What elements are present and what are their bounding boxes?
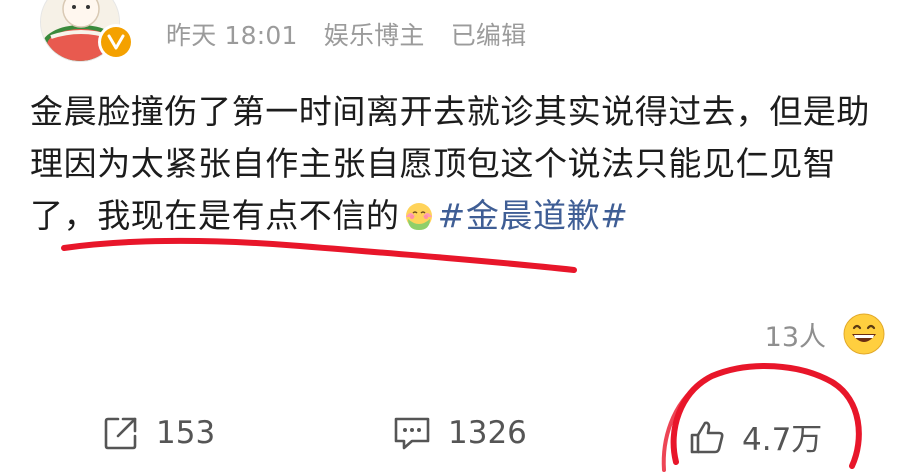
thumbs-up-icon (690, 421, 724, 453)
post-time: 昨天 18:01 (166, 21, 298, 50)
reaction-row[interactable]: 13人 (765, 312, 886, 356)
post-edited-label[interactable]: 已编辑 (451, 21, 527, 50)
post-source[interactable]: 娱乐博主 (324, 21, 425, 50)
grinning-face-icon[interactable] (842, 312, 886, 356)
red-underline-mark (61, 237, 577, 273)
shy-face-icon (405, 203, 432, 230)
like-button[interactable]: 4.7万 (688, 414, 822, 459)
hashtag-link[interactable]: #金晨道歉# (438, 196, 629, 235)
verified-badge-icon (98, 24, 134, 60)
comment-count: 1326 (448, 415, 527, 451)
like-count: 4.7万 (742, 422, 823, 458)
post-meta: 昨天 18:01 娱乐博主 已编辑 (166, 16, 544, 52)
share-count: 153 (156, 415, 216, 451)
share-button[interactable]: 153 (102, 414, 215, 452)
comment-icon (394, 417, 430, 450)
post-text: 金晨脸撞伤了第一时间离开去就诊其实说得过去，但是助理因为太紧张自作主张自愿顶包这… (30, 86, 890, 242)
reaction-count: 13人 (764, 321, 826, 353)
share-icon (104, 417, 137, 450)
comment-button[interactable]: 1326 (392, 414, 527, 452)
